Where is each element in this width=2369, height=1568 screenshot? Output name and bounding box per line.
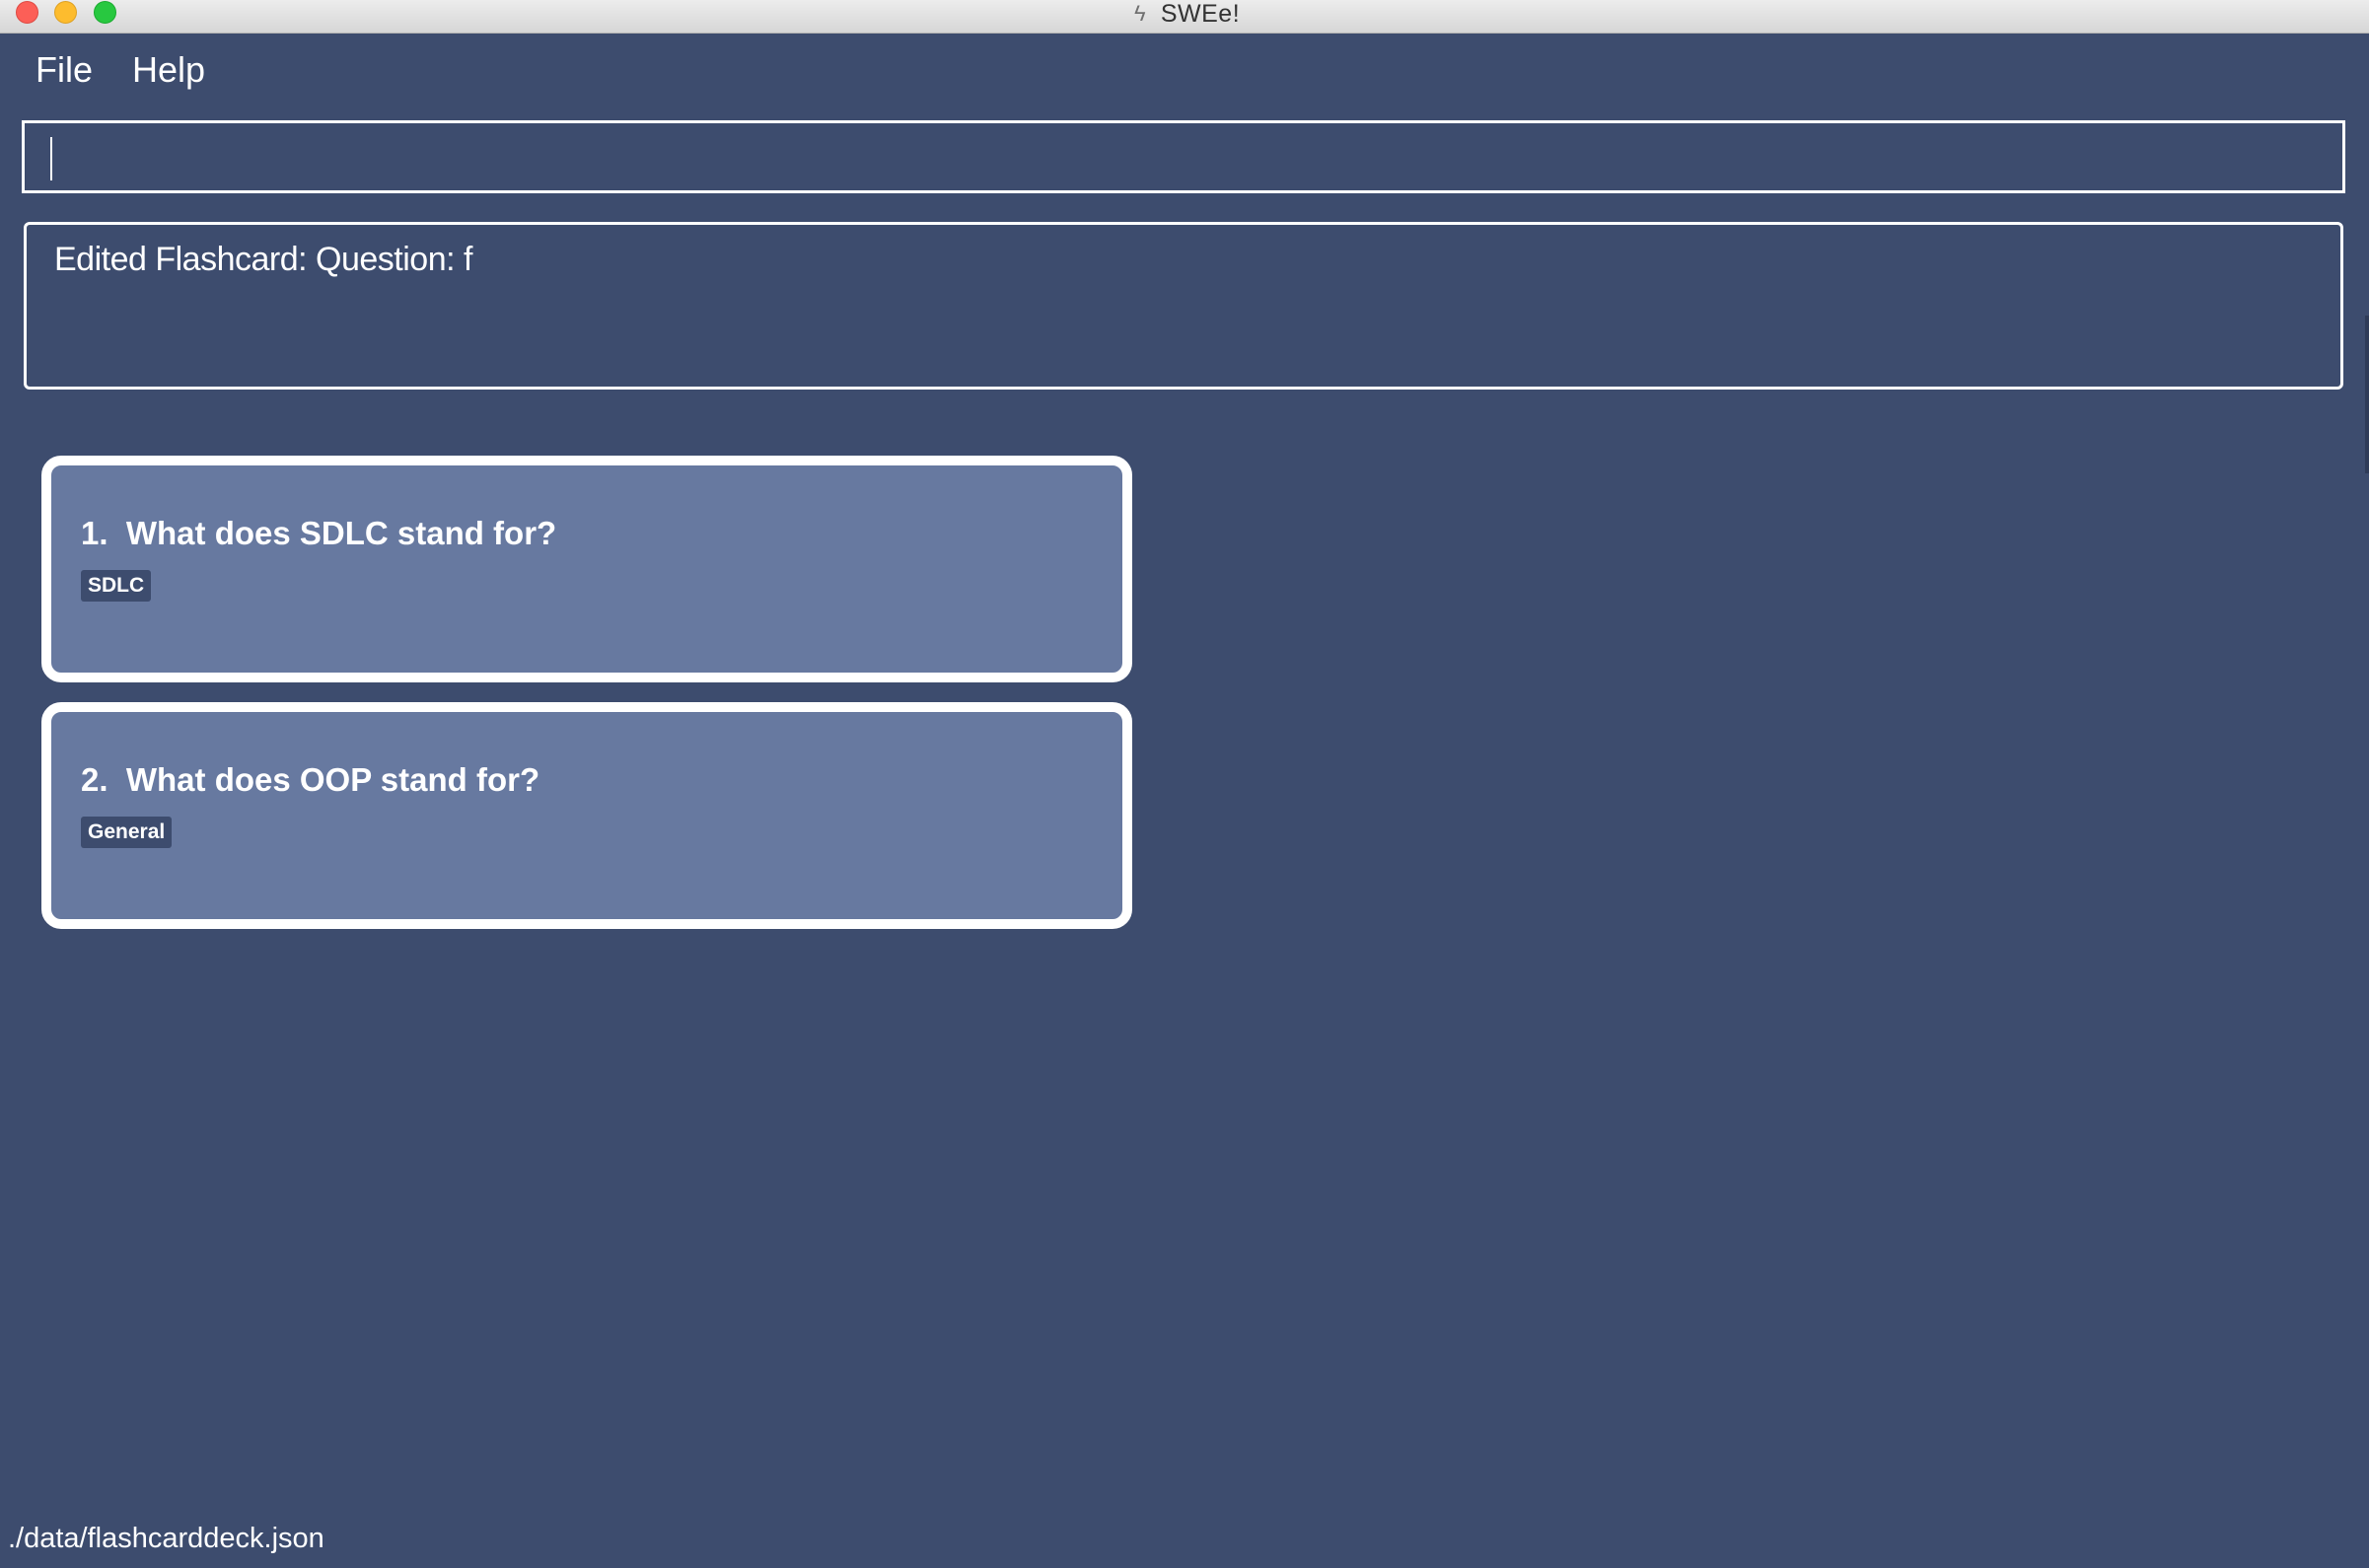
flashcard-question: 1. What does SDLC stand for? (81, 515, 556, 552)
flashcard-question-text: What does OOP stand for? (125, 761, 540, 798)
status-file-path: ./data/flashcarddeck.json (8, 1523, 324, 1554)
text-caret (50, 137, 52, 180)
lightning-icon: ϟ (1134, 1, 1146, 26)
flashcard-index: 1. (81, 515, 108, 551)
command-box (22, 120, 2345, 193)
flashcard-list: 1. What does SDLC stand for? SDLC 2. Wha… (41, 456, 1134, 949)
menu-bar: File Help (36, 49, 205, 91)
flashcard-question-text: What does SDLC stand for? (125, 515, 557, 551)
menu-help[interactable]: Help (132, 49, 205, 91)
window-title: SWEe! (1160, 0, 1241, 28)
flashcard-card[interactable]: 1. What does SDLC stand for? SDLC (41, 456, 1132, 682)
flashcard-question: 2. What does OOP stand for? (81, 761, 539, 799)
flashcard-index: 2. (81, 761, 108, 798)
window-titlebar: ϟ SWEe! (0, 0, 2369, 34)
result-display: Edited Flashcard: Question: f (24, 222, 2343, 390)
result-message: Edited Flashcard: Question: f (54, 241, 472, 278)
window-edge-scroll (2365, 316, 2369, 473)
command-input[interactable] (25, 123, 2342, 190)
menu-file[interactable]: File (36, 49, 93, 91)
flashcard-tag: General (81, 817, 173, 848)
flashcard-tag: SDLC (81, 570, 152, 602)
flashcard-card[interactable]: 2. What does OOP stand for? General (41, 702, 1132, 929)
window-title-group: ϟ SWEe! (0, 0, 2369, 28)
